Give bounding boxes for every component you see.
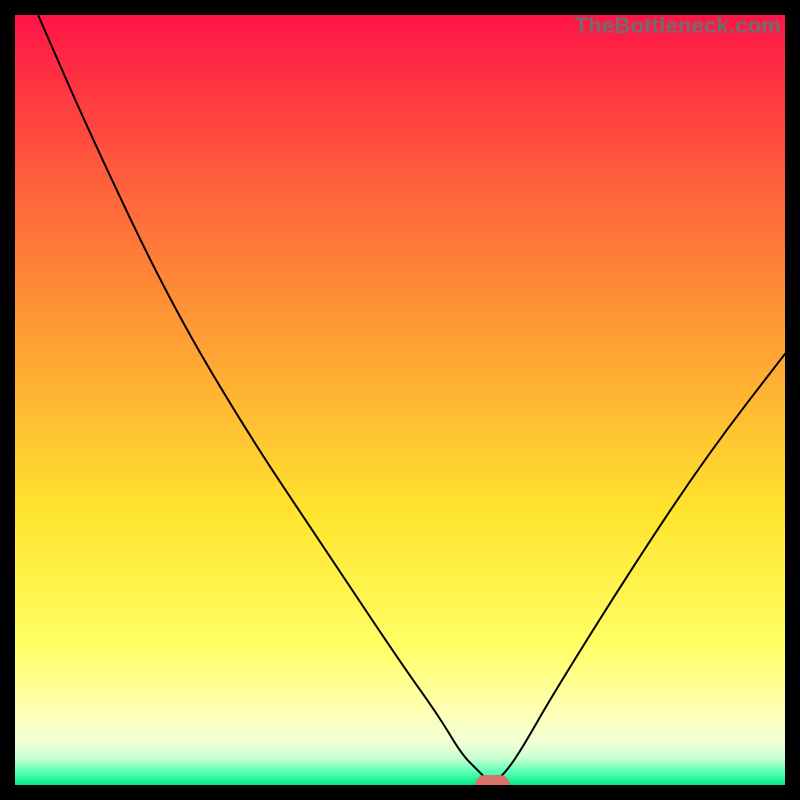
chart-frame: TheBottleneck.com xyxy=(15,15,785,785)
bottleneck-chart xyxy=(15,15,785,785)
optimum-marker xyxy=(475,775,510,785)
chart-background xyxy=(15,15,785,785)
watermark-text: TheBottleneck.com xyxy=(575,13,781,39)
